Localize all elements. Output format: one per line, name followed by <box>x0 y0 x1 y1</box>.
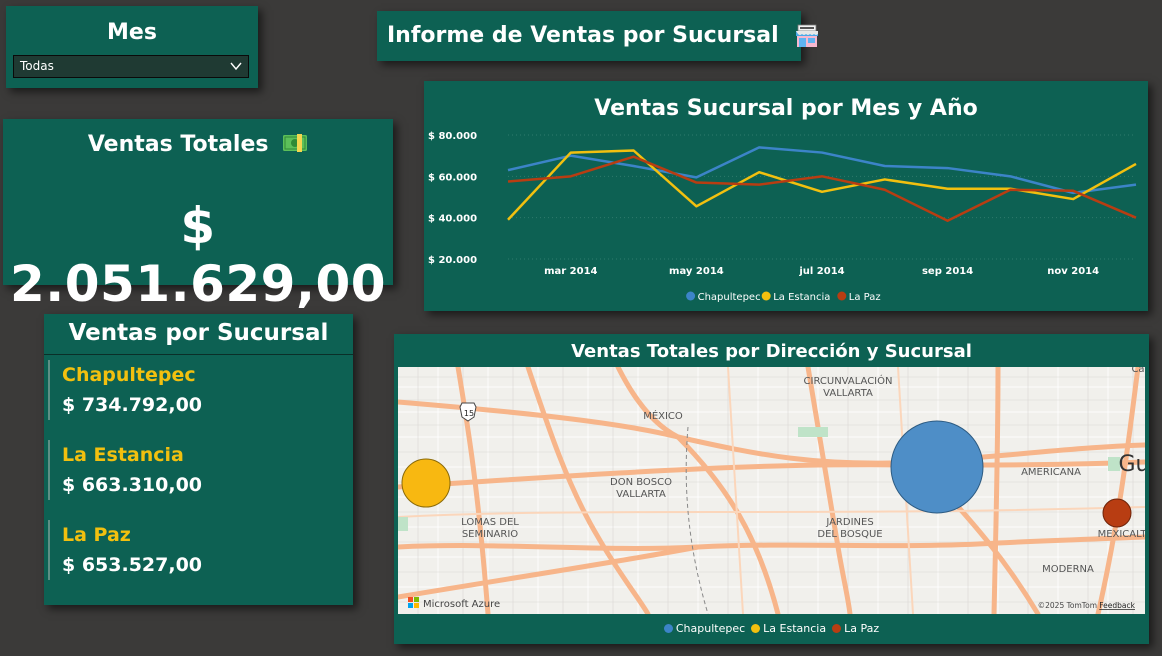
branch-name: La Paz <box>62 524 131 546</box>
map-canvas[interactable]: 15 CIRCUNVALACIÓN VALLARTA MÉXICO AMERIC… <box>398 367 1145 614</box>
legend-label[interactable]: La Paz <box>849 292 881 303</box>
slicer-title: Mes <box>107 20 157 45</box>
park-area <box>798 427 828 437</box>
highway-number: 15 <box>464 409 474 418</box>
sales-by-branch-card: Ventas por Sucursal Chapultepec $ 734.79… <box>44 314 353 605</box>
highway-shield-icon: 15 <box>459 402 477 422</box>
map-label: JARDINES <box>825 517 873 528</box>
store-icon <box>796 24 819 47</box>
map-legend: Chapultepec La Estancia La Paz <box>394 622 1149 635</box>
kpi-title: Ventas Totales <box>87 132 269 157</box>
map-label: DON BOSCO <box>610 477 672 488</box>
map-label: VALLARTA <box>823 388 873 399</box>
major-roads <box>398 367 1145 614</box>
map-view[interactable]: 15 CIRCUNVALACIÓN VALLARTA MÉXICO AMERIC… <box>398 367 1145 614</box>
map-attribution-right: ©2025 TomTom <box>1038 601 1097 610</box>
y-tick-label: $ 80.000 <box>428 131 477 142</box>
branch-item-la-estancia[interactable]: La Estancia $ 663.310,00 <box>48 440 345 500</box>
month-slicer: Mes Todas <box>6 6 258 88</box>
branch-name: La Estancia <box>62 444 184 466</box>
map-label: VALLARTA <box>616 489 666 500</box>
map-label: DEL BOSQUE <box>817 529 882 540</box>
map-label: SEMINARIO <box>462 529 518 540</box>
bubble-chapultepec[interactable] <box>890 420 984 514</box>
y-tick-label: $ 20.000 <box>428 255 477 266</box>
map-legend-item[interactable]: La Paz <box>832 622 879 635</box>
map-card: Ventas Totales por Dirección y Sucursal <box>394 334 1149 644</box>
map-attribution-left: Microsoft Azure <box>423 599 500 610</box>
y-tick-label: $ 60.000 <box>428 172 477 183</box>
map-title: Ventas Totales por Dirección y Sucursal <box>571 341 972 362</box>
map-legend-item[interactable]: La Estancia <box>751 622 826 635</box>
chevron-down-icon <box>230 62 242 71</box>
map-label: MODERNA <box>1042 564 1094 575</box>
branch-value: $ 734.792,00 <box>62 394 203 416</box>
map-label: MEXICALT <box>1098 529 1145 540</box>
branch-value: $ 653.527,00 <box>62 554 203 576</box>
bubble-la-paz[interactable] <box>1102 498 1132 528</box>
legend-label[interactable]: La Estancia <box>773 292 830 303</box>
map-label: AMERICANA <box>1021 467 1081 478</box>
report-title: Informe de Ventas por Sucursal <box>387 23 779 48</box>
map-label: LOMAS DEL <box>461 517 519 528</box>
microsoft-logo-icon <box>408 597 419 608</box>
bubble-la-estancia[interactable] <box>401 458 451 508</box>
legend-label[interactable]: Chapultepec <box>698 292 761 303</box>
map-label: Gu <box>1119 452 1146 477</box>
x-tick-label: sep 2014 <box>922 266 973 277</box>
report-header: Informe de Ventas por Sucursal <box>377 11 819 61</box>
x-tick-label: jul 2014 <box>798 266 844 277</box>
money-icon <box>283 134 308 152</box>
series-line-chapultepec[interactable] <box>507 146 1137 195</box>
legend-label: La Estancia <box>763 622 827 635</box>
x-tick-label: may 2014 <box>669 266 724 277</box>
kpi-value: $ 2.051.629,00 <box>9 197 387 313</box>
legend-label: Chapultepec <box>675 622 746 635</box>
kpi-total-sales: Ventas Totales $ 2.051.629,00 <box>3 119 393 313</box>
branch-item-la-paz[interactable]: La Paz $ 653.527,00 <box>48 520 345 580</box>
branch-value: $ 663.310,00 <box>62 474 203 496</box>
month-dropdown-value: Todas <box>20 59 54 73</box>
series-line-la-paz[interactable] <box>507 155 1137 223</box>
map-legend-item[interactable]: Chapultepec <box>663 622 746 635</box>
legend-dot <box>837 291 847 301</box>
x-tick-label: mar 2014 <box>544 266 597 277</box>
line-chart-card: Ventas Sucursal por Mes y Año $ 20.000 $ … <box>424 81 1148 311</box>
branch-item-chapultepec[interactable]: Chapultepec $ 734.792,00 <box>48 360 345 420</box>
line-chart[interactable]: $ 20.000 $ 40.000 $ 60.000 $ 80.000 mar 2014… <box>424 81 1148 311</box>
divider <box>44 354 353 355</box>
legend-dot <box>751 624 761 633</box>
month-dropdown[interactable]: Todas <box>13 55 249 78</box>
legend-dot <box>832 624 842 633</box>
legend-dot <box>686 291 696 301</box>
branch-card-title: Ventas por Sucursal <box>68 320 329 346</box>
legend-dot <box>663 624 673 633</box>
feedback-link[interactable]: Feedback <box>1099 601 1135 610</box>
map-label: MÉXICO <box>643 409 683 422</box>
map-label: CIRCUNVALACIÓN <box>804 374 893 387</box>
legend-dot <box>761 291 771 301</box>
legend-label: La Paz <box>844 622 880 635</box>
y-tick-label: $ 40.000 <box>428 214 477 225</box>
x-tick-label: nov 2014 <box>1047 266 1099 277</box>
map-label: Ca <box>1131 367 1144 375</box>
branch-name: Chapultepec <box>62 364 196 386</box>
park-area <box>398 517 408 531</box>
